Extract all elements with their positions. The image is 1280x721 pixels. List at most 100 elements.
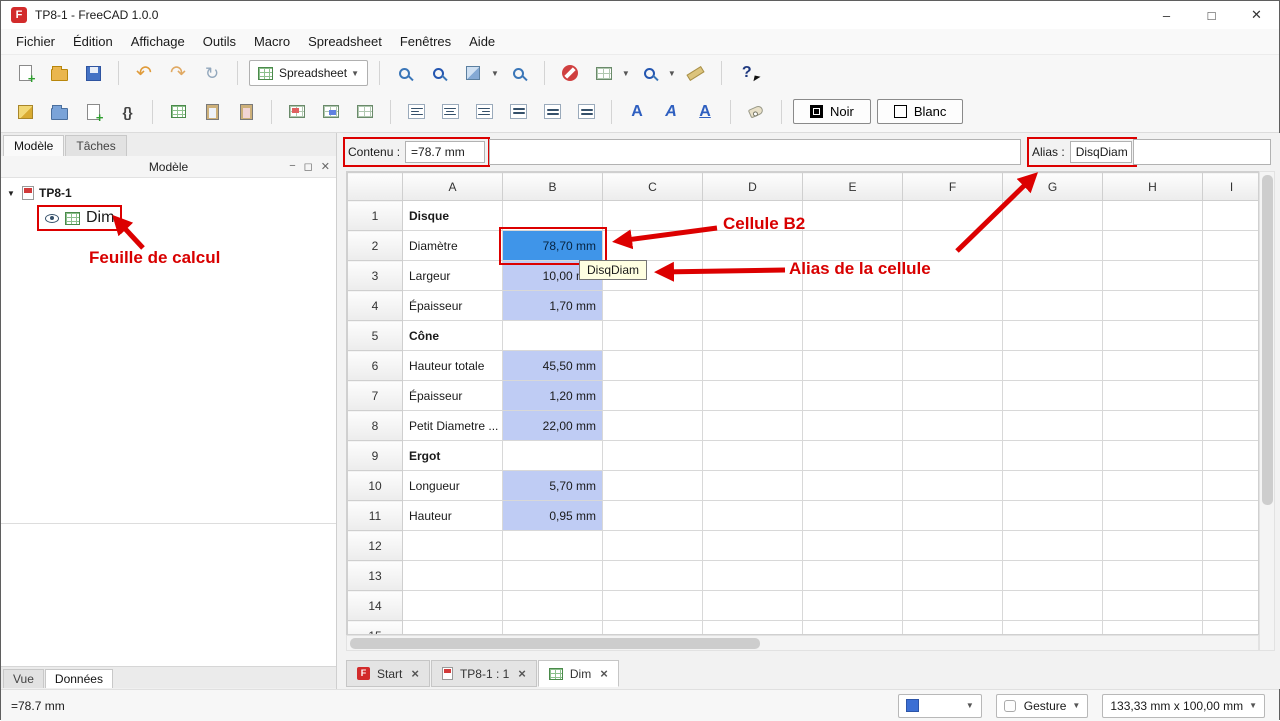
cell-B1[interactable]	[503, 201, 603, 231]
row-header-13[interactable]: 13	[348, 561, 403, 591]
cell-H9[interactable]	[1103, 441, 1203, 471]
set-alias-icon[interactable]	[742, 98, 770, 126]
stop-navigation-icon[interactable]	[556, 59, 584, 87]
cell-F2[interactable]	[903, 231, 1003, 261]
cell-D12[interactable]	[703, 531, 803, 561]
cell-G6[interactable]	[1003, 351, 1103, 381]
measure-icon[interactable]	[682, 59, 710, 87]
cell-B8[interactable]: 22,00 mm	[503, 411, 603, 441]
cell-E12[interactable]	[803, 531, 903, 561]
close-button[interactable]: ✕	[1234, 1, 1279, 29]
mdi-tab-tp8-1-1[interactable]: TP8-1 : 1×	[431, 660, 537, 687]
cell-F8[interactable]	[903, 411, 1003, 441]
cell-A7[interactable]: Épaisseur	[403, 381, 503, 411]
row-header-12[interactable]: 12	[348, 531, 403, 561]
row-header-9[interactable]: 9	[348, 441, 403, 471]
cell-E14[interactable]	[803, 591, 903, 621]
cell-A13[interactable]	[403, 561, 503, 591]
cell-E8[interactable]	[803, 411, 903, 441]
style-italic-icon[interactable]: A	[657, 98, 685, 126]
horizontal-scrollbar-thumb[interactable]	[350, 638, 760, 649]
cell-G1[interactable]	[1003, 201, 1103, 231]
dock-float-icon[interactable]: ◻	[304, 160, 313, 173]
row-header-3[interactable]: 3	[348, 261, 403, 291]
row-header-10[interactable]: 10	[348, 471, 403, 501]
close-tab-icon[interactable]: ×	[411, 666, 419, 681]
cell-G2[interactable]	[1003, 231, 1103, 261]
merge-cells-icon[interactable]	[283, 98, 311, 126]
make-link-icon[interactable]	[79, 98, 107, 126]
col-header-I[interactable]: I	[1203, 173, 1260, 201]
cell-G7[interactable]	[1003, 381, 1103, 411]
split-cells-icon[interactable]	[317, 98, 345, 126]
cell-I14[interactable]	[1203, 591, 1260, 621]
cell-B10[interactable]: 5,70 mm	[503, 471, 603, 501]
maximize-button[interactable]: □	[1189, 1, 1234, 29]
copy-icon[interactable]	[198, 98, 226, 126]
col-header-A[interactable]: A	[403, 173, 503, 201]
cell-G5[interactable]	[1003, 321, 1103, 351]
cell-H7[interactable]	[1103, 381, 1203, 411]
cell-C5[interactable]	[603, 321, 703, 351]
cell-I1[interactable]	[1203, 201, 1260, 231]
cell-F15[interactable]	[903, 621, 1003, 636]
tab-vue[interactable]: Vue	[3, 669, 44, 688]
noir-button[interactable]: Noir	[793, 99, 871, 124]
cell-I13[interactable]	[1203, 561, 1260, 591]
cell-G8[interactable]	[1003, 411, 1103, 441]
cell-C11[interactable]	[603, 501, 703, 531]
cell-A6[interactable]: Hauteur totale	[403, 351, 503, 381]
cell-H13[interactable]	[1103, 561, 1203, 591]
cell-I6[interactable]	[1203, 351, 1260, 381]
align-bottom-icon[interactable]	[572, 98, 600, 126]
cell-G3[interactable]	[1003, 261, 1103, 291]
fit-all-icon[interactable]	[391, 59, 419, 87]
cell-A11[interactable]: Hauteur	[403, 501, 503, 531]
align-top-icon[interactable]	[504, 98, 532, 126]
col-header-B[interactable]: B	[503, 173, 603, 201]
cell-D1[interactable]	[703, 201, 803, 231]
cell-D6[interactable]	[703, 351, 803, 381]
cell-B11[interactable]: 0,95 mm	[503, 501, 603, 531]
cell-H14[interactable]	[1103, 591, 1203, 621]
cell-A3[interactable]: Largeur	[403, 261, 503, 291]
cell-B5[interactable]	[503, 321, 603, 351]
cell-B9[interactable]	[503, 441, 603, 471]
style-underline-icon[interactable]: A	[691, 98, 719, 126]
menu-aide[interactable]: Aide	[460, 30, 504, 53]
cell-F5[interactable]	[903, 321, 1003, 351]
close-tab-icon[interactable]: ×	[518, 666, 526, 681]
cell-G15[interactable]	[1003, 621, 1103, 636]
cell-E5[interactable]	[803, 321, 903, 351]
cell-E13[interactable]	[803, 561, 903, 591]
cell-D10[interactable]	[703, 471, 803, 501]
cell-I5[interactable]	[1203, 321, 1260, 351]
caret-down-icon[interactable]: ▼	[7, 189, 17, 198]
cell-C13[interactable]	[603, 561, 703, 591]
cell-I2[interactable]	[1203, 231, 1260, 261]
undo-icon[interactable]: ↶	[130, 59, 158, 87]
cell-D13[interactable]	[703, 561, 803, 591]
grid-corner[interactable]	[348, 173, 403, 201]
cell-B6[interactable]: 45,50 mm	[503, 351, 603, 381]
row-header-7[interactable]: 7	[348, 381, 403, 411]
dock-close-icon[interactable]: ✕	[321, 160, 330, 173]
cell-H12[interactable]	[1103, 531, 1203, 561]
cell-F6[interactable]	[903, 351, 1003, 381]
cell-C15[interactable]	[603, 621, 703, 636]
cell-A12[interactable]	[403, 531, 503, 561]
cell-E15[interactable]	[803, 621, 903, 636]
vertical-scrollbar[interactable]	[1259, 171, 1275, 651]
selection-filter-icon[interactable]	[590, 59, 618, 87]
cell-F7[interactable]	[903, 381, 1003, 411]
cell-H6[interactable]	[1103, 351, 1203, 381]
align-middle-icon[interactable]	[538, 98, 566, 126]
cell-F11[interactable]	[903, 501, 1003, 531]
cell-I3[interactable]	[1203, 261, 1260, 291]
col-header-H[interactable]: H	[1103, 173, 1203, 201]
new-file-icon[interactable]	[11, 59, 39, 87]
save-icon[interactable]	[79, 59, 107, 87]
cell-D2[interactable]	[703, 231, 803, 261]
cell-E3[interactable]	[803, 261, 903, 291]
col-header-C[interactable]: C	[603, 173, 703, 201]
